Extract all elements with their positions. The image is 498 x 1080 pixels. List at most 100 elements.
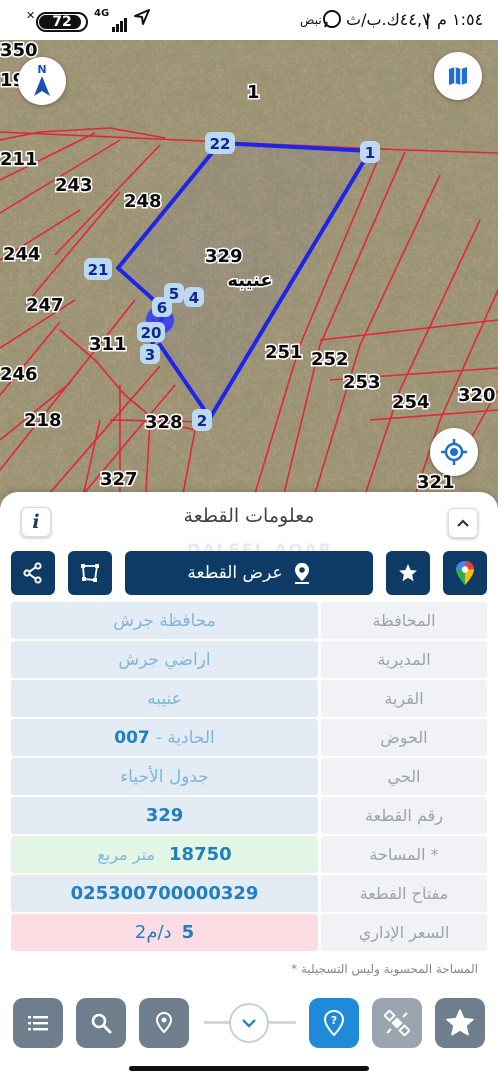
map-canvas[interactable]: 350 19 1 211 243 248 244 247 311 246 218… <box>0 40 498 510</box>
location-arrow-icon <box>133 8 151 30</box>
location-search-button[interactable] <box>139 998 189 1048</box>
svg-text:?: ? <box>331 1014 337 1027</box>
help-pin-icon: ? <box>323 1009 345 1037</box>
compass-button[interactable]: N <box>18 57 66 105</box>
carrier-label: نبض <box>300 13 322 27</box>
google-maps-pin-icon <box>456 561 474 585</box>
battery-icon: 72 <box>36 12 88 32</box>
parcel-label: 327 <box>100 469 138 490</box>
svg-text:4: 4 <box>189 289 199 307</box>
polygon-icon <box>81 564 99 582</box>
map-layers-button[interactable] <box>434 52 482 100</box>
parcel-label: 218 <box>24 410 62 431</box>
row-admin-price: 5 د/م2 السعر الإداري <box>11 914 487 951</box>
status-bar: 72 ✕ 4G نبض ٤٤,٧ك.ب/ث | ١:٥٤ م <box>0 0 498 40</box>
favorites-button[interactable] <box>435 998 485 1048</box>
parcel-label: 243 <box>55 175 93 196</box>
row-basin: الحادية - 007 الحوض <box>11 719 487 756</box>
village-label: القرية <box>321 680 487 717</box>
row-plot-key: 025300700000329 مفتاح القطعة <box>11 875 487 912</box>
parcel-label: 253 <box>343 372 381 393</box>
basin-number: 007 <box>114 727 150 748</box>
crosshair-icon <box>441 439 467 465</box>
help-button[interactable]: ? <box>309 998 359 1048</box>
row-area: 18750 متر مربع المساحة * <box>11 836 487 873</box>
status-separator: | <box>425 10 431 29</box>
network-speed: ٤٤,٧ك.ب/ث <box>346 10 431 29</box>
parcel-label: 246 <box>0 364 38 385</box>
svg-text:N: N <box>37 63 46 76</box>
plot-key-label: مفتاح القطعة <box>321 875 487 912</box>
village-value: عنيبه <box>11 680 318 717</box>
my-location-button[interactable] <box>430 428 478 476</box>
map-icon <box>449 67 467 85</box>
basin-label: الحوض <box>321 719 487 756</box>
parcel-label: 211 <box>0 149 38 170</box>
chevron-up-icon <box>457 519 469 527</box>
row-village: عنيبه القرية <box>11 680 487 717</box>
vertex-marker: 22 <box>205 132 235 154</box>
search-button[interactable] <box>76 998 126 1048</box>
vertex-marker: 20 <box>137 322 165 342</box>
panel-title: معلومات القطعة <box>183 505 315 527</box>
svg-text:1: 1 <box>365 144 375 162</box>
parcel-label: 1 <box>247 82 260 103</box>
favorite-button[interactable] <box>386 551 430 595</box>
parcel-label: 329 <box>205 246 243 267</box>
parcel-label: 254 <box>392 392 430 413</box>
expand-drawer-button[interactable] <box>229 1003 269 1043</box>
show-plot-label: عرض القطعة <box>187 563 283 583</box>
parcel-label: 248 <box>124 191 162 212</box>
row-directorate: اراضي جرش المديرية <box>11 641 487 678</box>
parcel-label: 247 <box>26 295 64 316</box>
svg-text:20: 20 <box>141 324 162 342</box>
share-icon <box>23 562 42 584</box>
row-governorate: محافظة جرش المحافظة <box>11 602 487 639</box>
chevron-down-icon <box>242 1019 256 1028</box>
clock: ١:٥٤ م <box>437 10 484 29</box>
svg-text:6: 6 <box>157 299 167 317</box>
search-icon <box>91 1013 112 1034</box>
location-pin-icon <box>155 1011 173 1034</box>
vertex-marker: 4 <box>184 287 204 307</box>
parcel-label: 311 <box>89 334 127 355</box>
neighborhood-label: الحي <box>321 758 487 795</box>
row-neighborhood: جدول الأحياء الحي <box>11 758 487 795</box>
admin-price-label: السعر الإداري <box>321 914 487 951</box>
basin-value: الحادية - 007 <box>11 719 318 756</box>
satellite-view-button[interactable] <box>372 998 422 1048</box>
vertex-marker: 21 <box>84 258 112 280</box>
area-unit: متر مربع <box>97 845 156 864</box>
info-icon: i <box>32 511 40 533</box>
signal-icon <box>112 13 128 32</box>
collapse-panel-button[interactable] <box>448 508 478 538</box>
list-icon <box>28 1016 48 1031</box>
parcel-label: 244 <box>3 244 41 265</box>
vertex-marker: 2 <box>192 409 212 431</box>
vertex-marker: 3 <box>140 344 160 364</box>
satellite-map[interactable]: 350 19 1 211 243 248 244 247 311 246 218… <box>0 40 498 510</box>
map-pin-icon <box>294 563 309 584</box>
directorate-label: المديرية <box>321 641 487 678</box>
svg-text:22: 22 <box>210 135 231 153</box>
parcel-label: 252 <box>311 349 349 370</box>
svg-text:3: 3 <box>145 346 155 364</box>
star-icon <box>399 564 417 582</box>
menu-button[interactable] <box>13 998 63 1048</box>
row-plot-number: 329 رقم القطعة <box>11 797 487 834</box>
share-button[interactable] <box>11 551 55 595</box>
village-label: عنيبه <box>227 270 272 291</box>
network-type: 4G <box>94 8 110 19</box>
watermark: DALEEL AQAR <box>186 540 334 559</box>
admin-price-unit: د/م2 <box>134 922 172 943</box>
draw-area-button[interactable] <box>68 551 112 595</box>
plot-key-value: 025300700000329 <box>11 875 318 912</box>
star-icon <box>446 1009 474 1036</box>
admin-price-value: 5 د/م2 <box>11 914 318 951</box>
info-button[interactable]: i <box>21 507 51 537</box>
governorate-value: محافظة جرش <box>11 602 318 639</box>
google-maps-button[interactable] <box>443 551 487 595</box>
plot-number-label: رقم القطعة <box>321 797 487 834</box>
battery-level: 72 <box>52 14 72 30</box>
vertex-marker: 6 <box>152 297 172 317</box>
